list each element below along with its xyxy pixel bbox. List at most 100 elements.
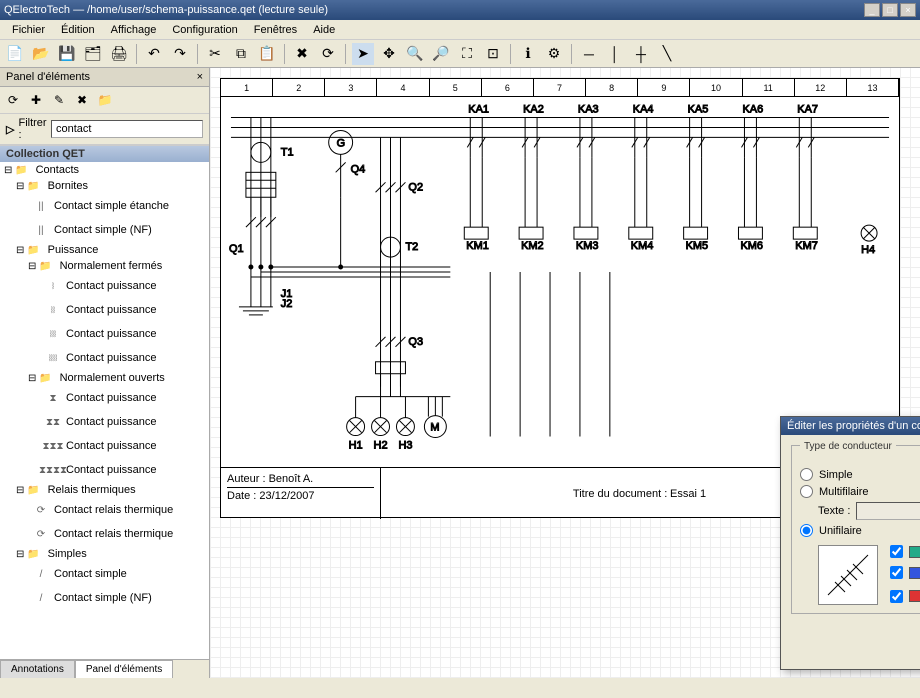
column-header: 10: [690, 79, 742, 96]
tree-item[interactable]: ⟳Contact relais thermique: [0, 522, 209, 546]
tree-item[interactable]: ⧗⧗⧗⧗Contact puissance: [0, 458, 209, 482]
tree-item[interactable]: ⧘⧘Contact puissance: [0, 298, 209, 322]
tree-item[interactable]: ⧗Contact puissance: [0, 386, 209, 410]
svg-text:KA6: KA6: [742, 104, 763, 116]
column-header: 7: [534, 79, 586, 96]
radio-multi[interactable]: [800, 485, 813, 498]
paste-icon[interactable]: 📋: [256, 43, 278, 65]
svg-text:KA1: KA1: [468, 104, 489, 116]
column-header: 3: [325, 79, 377, 96]
tree-folder[interactable]: Puissance: [0, 242, 209, 258]
tree-item-label: Contact puissance: [66, 416, 157, 428]
panel-close-icon[interactable]: ×: [197, 71, 203, 83]
radio-unifilaire[interactable]: [800, 524, 813, 537]
tree-item[interactable]: ⧗⧗⧗Contact puissance: [0, 434, 209, 458]
refresh-icon[interactable]: ⟳: [317, 43, 339, 65]
delete-element-icon[interactable]: ✖: [72, 90, 92, 110]
tree-item[interactable]: ⧘⧘⧘Contact puissance: [0, 322, 209, 346]
check-terre[interactable]: [890, 545, 903, 558]
check-neutre[interactable]: [890, 566, 903, 579]
zoom-in-icon[interactable]: 🔍: [404, 43, 426, 65]
open-folder-icon[interactable]: 📁: [95, 90, 115, 110]
print-icon[interactable]: 🖨: [108, 43, 130, 65]
tree-item-label: Contact simple étanche: [54, 200, 169, 212]
tree-folder[interactable]: Normalement fermés: [0, 258, 209, 274]
tree-item[interactable]: ⧘⧘⧘⧘Contact puissance: [0, 346, 209, 370]
svg-text:Q2: Q2: [408, 181, 423, 193]
menu-aide[interactable]: Aide: [305, 24, 343, 36]
element-icon: ||: [32, 220, 50, 240]
filter-label: Filtrer :: [18, 117, 47, 141]
menu-affichage[interactable]: Affichage: [103, 24, 165, 36]
tree-folder-label: Simples: [48, 548, 87, 560]
drawing-canvas[interactable]: 12345678910111213 T1 Q1 J1J2: [210, 68, 920, 678]
reload-collection-icon[interactable]: ⟳: [3, 90, 23, 110]
element-tree[interactable]: Collection QET ContactsBornites||Contact…: [0, 145, 209, 659]
check-phase[interactable]: [890, 590, 903, 603]
filter-arrow-icon: ▷: [6, 123, 14, 136]
schematic-body[interactable]: T1 Q1 J1J2 G Q4 Q2 T2: [221, 97, 899, 467]
new-icon[interactable]: 📄: [4, 43, 26, 65]
wire-d-icon[interactable]: ╲: [656, 43, 678, 65]
tab-annotations[interactable]: Annotations: [0, 660, 75, 678]
redo-icon[interactable]: ↷: [169, 43, 191, 65]
tree-item[interactable]: /Contact simple: [0, 562, 209, 586]
edit-element-icon[interactable]: ✎: [49, 90, 69, 110]
move-icon[interactable]: ✥: [378, 43, 400, 65]
folder-icon: [28, 260, 56, 272]
undo-icon[interactable]: ↶: [143, 43, 165, 65]
tree-folder[interactable]: Relais thermiques: [0, 482, 209, 498]
svg-text:KM4: KM4: [631, 240, 654, 252]
menu-edition[interactable]: Édition: [53, 24, 103, 36]
new-element-icon[interactable]: ✚: [26, 90, 46, 110]
menu-fenetres[interactable]: Fenêtres: [246, 24, 305, 36]
filter-input[interactable]: [51, 120, 203, 138]
save-icon[interactable]: 💾: [56, 43, 78, 65]
pointer-icon[interactable]: ➤: [352, 43, 374, 65]
tree-item[interactable]: ||Contact simple (NF): [0, 218, 209, 242]
svg-text:H4: H4: [861, 244, 875, 256]
collection-root[interactable]: Collection QET: [0, 146, 209, 162]
wire-v-icon[interactable]: │: [604, 43, 626, 65]
tab-panel-elements[interactable]: Panel d'éléments: [75, 660, 173, 678]
zoom-out-icon[interactable]: 🔎: [430, 43, 452, 65]
cut-icon[interactable]: ✂: [204, 43, 226, 65]
minimize-button[interactable]: _: [864, 3, 880, 17]
radio-simple[interactable]: [800, 468, 813, 481]
panel-title: Panel d'éléments: [6, 71, 197, 83]
tree-item[interactable]: ⧗⧗Contact puissance: [0, 410, 209, 434]
info-icon[interactable]: ℹ: [517, 43, 539, 65]
svg-text:KA4: KA4: [633, 104, 654, 116]
tree-item[interactable]: ⟳Contact relais thermique: [0, 498, 209, 522]
svg-text:KM7: KM7: [795, 240, 818, 252]
save-all-icon[interactable]: 🗂: [82, 43, 104, 65]
zoom-reset-icon[interactable]: ⊡: [482, 43, 504, 65]
tree-item[interactable]: ⧘Contact puissance: [0, 274, 209, 298]
element-icon: /: [32, 588, 50, 608]
menu-bar: Fichier Édition Affichage Configuration …: [0, 20, 920, 40]
settings-icon[interactable]: ⚙: [543, 43, 565, 65]
tree-folder[interactable]: Simples: [0, 546, 209, 562]
tree-folder-label: Relais thermiques: [48, 484, 136, 496]
menu-fichier[interactable]: Fichier: [4, 24, 53, 36]
delete-icon[interactable]: ✖: [291, 43, 313, 65]
tree-item[interactable]: ||Contact simple étanche: [0, 194, 209, 218]
wire-x-icon[interactable]: ┼: [630, 43, 652, 65]
close-button[interactable]: ×: [900, 3, 916, 17]
conductor-text-input[interactable]: [856, 502, 920, 520]
maximize-button[interactable]: □: [882, 3, 898, 17]
menu-configuration[interactable]: Configuration: [164, 24, 245, 36]
tree-folder[interactable]: Normalement ouverts: [0, 370, 209, 386]
svg-text:KA3: KA3: [578, 104, 599, 116]
tree-folder[interactable]: Bornites: [0, 178, 209, 194]
zoom-fit-icon[interactable]: ⛶: [456, 43, 478, 65]
tree-item[interactable]: /Contact simple (NF): [0, 586, 209, 610]
copy-icon[interactable]: ⧉: [230, 43, 252, 65]
column-header: 11: [743, 79, 795, 96]
wire-h-icon[interactable]: ─: [578, 43, 600, 65]
svg-text:G: G: [337, 137, 346, 149]
tree-folder-label: Contacts: [36, 164, 79, 176]
svg-text:H3: H3: [398, 440, 412, 452]
open-icon[interactable]: 📂: [30, 43, 52, 65]
tree-folder[interactable]: Contacts: [0, 162, 209, 178]
